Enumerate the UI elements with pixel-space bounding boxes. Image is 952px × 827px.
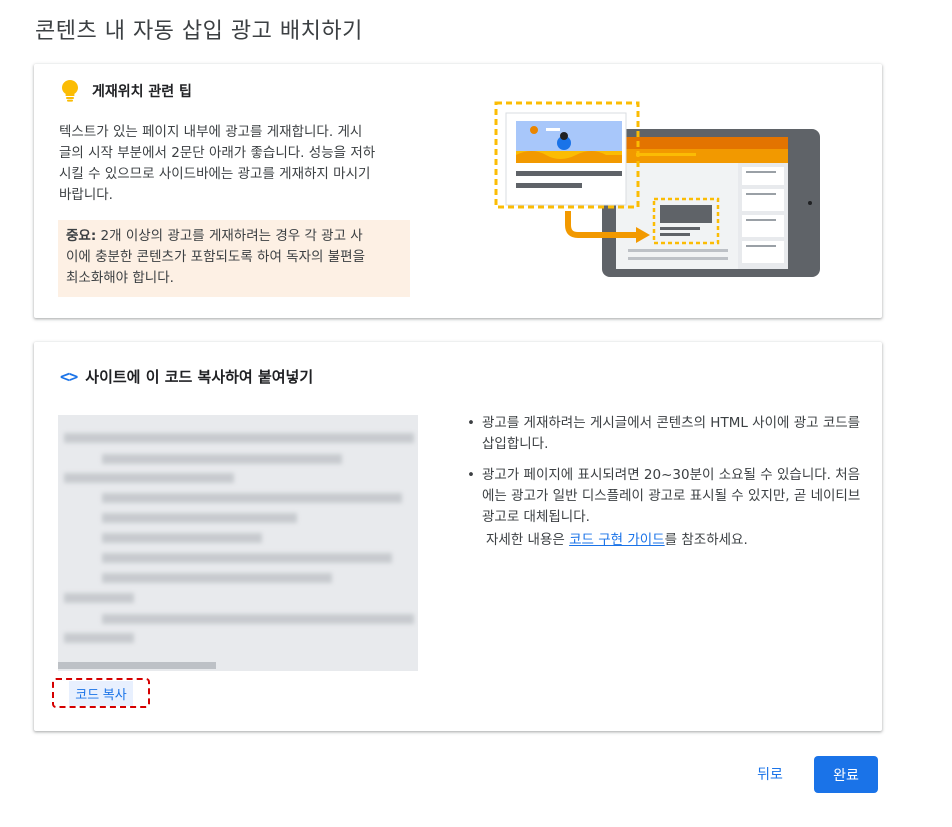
tips-line: 글의 시작 부분에서 2문단 아래가 좋습니다. 성능을 저하 <box>59 145 376 161</box>
list-item: 광고를 게재하려는 게시글에서 콘텐츠의 HTML 사이에 광고 코드를 삽입합… <box>462 413 862 455</box>
done-button[interactable]: 완료 <box>814 756 878 793</box>
code-line <box>102 454 342 464</box>
notice-line: 이에 충분한 콘텐츠가 포함되도록 하여 독자의 불편을 <box>66 249 365 265</box>
tips-header: 게재위치 관련 팁 <box>62 80 192 102</box>
tips-line: 텍스트가 있는 페이지 내부에 광고를 게재합니다. 게시 <box>59 124 363 140</box>
notice-line: 2개 이상의 광고를 게재하려는 경우 각 광고 사 <box>96 228 363 244</box>
code-line <box>102 614 414 624</box>
placement-tips-card: 게재위치 관련 팁 텍스트가 있는 페이지 내부에 광고를 게재합니다. 게시 … <box>34 64 882 318</box>
code-line <box>64 473 234 483</box>
page-title: 콘텐츠 내 자동 삽입 광고 배치하기 <box>35 19 363 44</box>
code-line <box>64 633 134 643</box>
tips-description: 텍스트가 있는 페이지 내부에 광고를 게재합니다. 게시 글의 시작 부분에서… <box>59 122 419 206</box>
tips-line: 바랍니다. <box>59 187 113 203</box>
guide-prefix: 자세한 내용은 <box>486 532 570 548</box>
code-brackets-icon: <> <box>60 367 78 386</box>
code-line <box>102 533 262 543</box>
code-line <box>102 553 392 563</box>
code-line <box>64 593 134 603</box>
code-line <box>102 573 332 583</box>
code-horizontal-scrollbar[interactable] <box>58 662 216 669</box>
tips-title: 게재위치 관련 팁 <box>92 84 192 100</box>
lightbulb-icon <box>62 80 78 102</box>
list-item: 광고가 페이지에 표시되려면 20~30분이 소요될 수 있습니다. 처음에는 … <box>462 465 862 528</box>
notice-label: 중요: <box>66 228 97 244</box>
instructions-list: 광고를 게재하려는 게시글에서 콘텐츠의 HTML 사이에 광고 코드를 삽입합… <box>462 413 862 538</box>
code-line <box>64 433 414 443</box>
back-button[interactable]: 뒤로 <box>740 756 800 792</box>
guide-text: 자세한 내용은 코드 구현 가이드를 참조하세요. <box>486 528 748 548</box>
notice-line: 최소화해야 합니다. <box>66 270 174 286</box>
code-section-header: <> 사이트에 이 코드 복사하여 붙여넣기 <box>60 366 313 387</box>
copy-code-button[interactable]: 코드 복사 <box>52 678 150 708</box>
code-line <box>102 493 402 503</box>
important-notice: 중요: 2개 이상의 광고를 게재하려는 경우 각 광고 사 이에 충분한 콘텐… <box>58 220 410 297</box>
code-snippet-card: <> 사이트에 이 코드 복사하여 붙여넣기 코드 복사 광고를 게재하려는 게… <box>34 342 882 731</box>
tips-line: 시킬 수 있으므로 사이드바에는 광고를 게재하지 마시기 <box>59 166 371 182</box>
in-article-ad-illustration <box>494 101 820 277</box>
guide-suffix: 를 참조하세요. <box>664 532 748 548</box>
implementation-guide-link[interactable]: 코드 구현 가이드 <box>569 532 665 548</box>
code-snippet-box[interactable] <box>58 415 418 671</box>
code-section-title: 사이트에 이 코드 복사하여 붙여넣기 <box>85 368 314 386</box>
code-line <box>102 513 297 523</box>
copy-code-label: 코드 복사 <box>69 680 133 706</box>
